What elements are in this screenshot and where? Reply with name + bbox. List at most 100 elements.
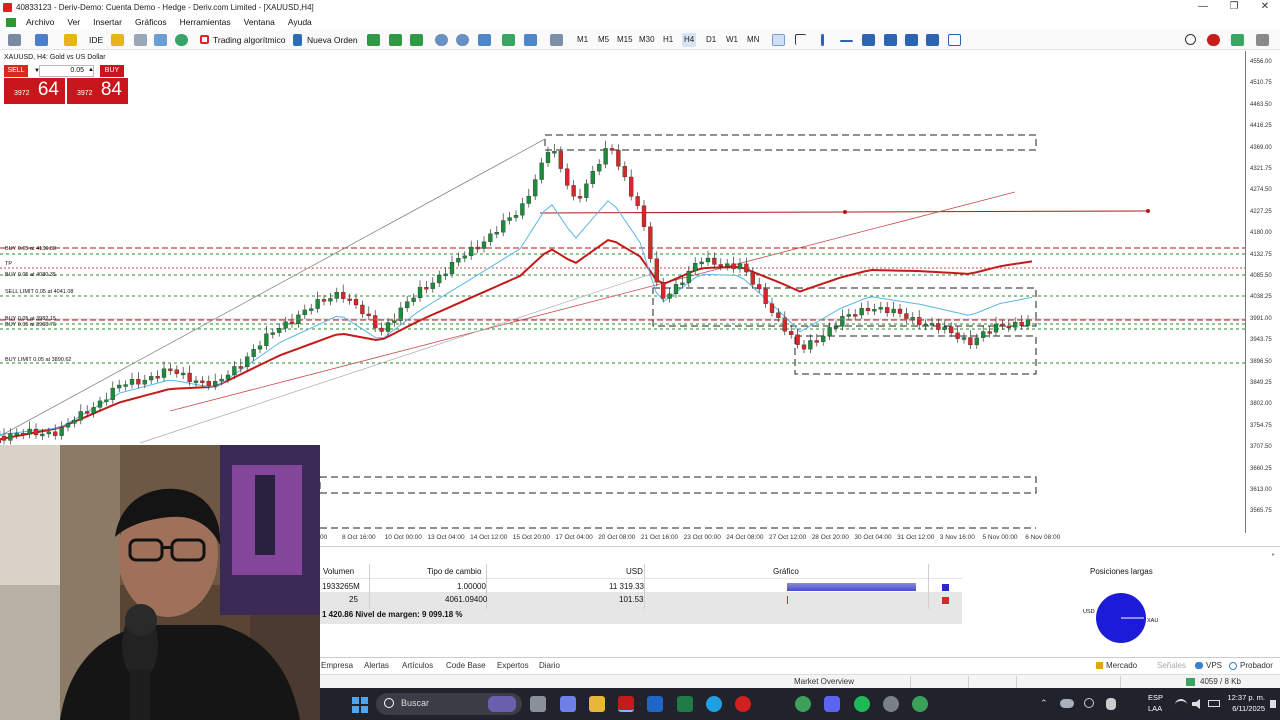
lot-up-icon[interactable]: ▲ bbox=[88, 67, 94, 73]
rectangle-icon[interactable] bbox=[948, 34, 961, 46]
settings-icon[interactable] bbox=[883, 696, 899, 712]
tray-chevron-icon[interactable]: ⌃ bbox=[1040, 698, 1048, 709]
depth-icon[interactable] bbox=[367, 34, 380, 46]
outlook-icon[interactable] bbox=[647, 696, 663, 712]
tab-diario[interactable]: Diario bbox=[539, 661, 560, 670]
tf-m15[interactable]: M15 bbox=[617, 33, 633, 47]
algo-trading-icon[interactable] bbox=[200, 35, 209, 44]
notifications-icon[interactable] bbox=[1207, 34, 1220, 46]
keyboard-layout[interactable]: LAA bbox=[1148, 704, 1162, 713]
price-axis[interactable]: 4556.00 4510.75 4463.50 4416.25 4369.00 4321.… bbox=[1245, 51, 1280, 533]
cloud-icon[interactable] bbox=[154, 34, 167, 46]
tab-probador[interactable]: Probador bbox=[1240, 661, 1273, 670]
profiles-icon[interactable] bbox=[64, 34, 77, 46]
signals-icon[interactable] bbox=[175, 34, 188, 46]
expand-arrow-icon[interactable]: ▸ bbox=[1272, 551, 1275, 558]
horizontal-line-icon[interactable] bbox=[840, 40, 853, 42]
menu-ayuda[interactable]: Ayuda bbox=[288, 17, 312, 27]
chart-type-icon[interactable] bbox=[35, 34, 48, 46]
tab-senales[interactable]: Señales bbox=[1157, 661, 1186, 670]
microphone-icon[interactable] bbox=[1106, 698, 1116, 710]
spotify-icon[interactable] bbox=[854, 696, 870, 712]
lock-icon[interactable] bbox=[111, 34, 124, 46]
tf-mn[interactable]: MN bbox=[747, 33, 759, 47]
buy-price[interactable]: 3972 84 bbox=[67, 78, 128, 104]
chart-shift-icon[interactable] bbox=[524, 34, 537, 46]
bars-icon[interactable] bbox=[389, 34, 402, 46]
tf-w1[interactable]: W1 bbox=[726, 33, 738, 47]
opera-icon[interactable] bbox=[735, 696, 751, 712]
tf-h1[interactable]: H1 bbox=[663, 33, 673, 47]
vertical-line-icon[interactable] bbox=[821, 34, 824, 46]
close-button[interactable]: ✕ bbox=[1249, 0, 1280, 15]
line-tool-icon[interactable] bbox=[8, 34, 21, 46]
new-order-button[interactable]: Nueva Orden bbox=[307, 33, 358, 47]
options-icon[interactable] bbox=[134, 34, 147, 46]
crosshair-icon[interactable] bbox=[795, 34, 806, 45]
profile-menu-icon[interactable] bbox=[1256, 34, 1269, 46]
tf-m30[interactable]: M30 bbox=[639, 33, 655, 47]
lot-input[interactable]: 0.05 bbox=[39, 65, 94, 77]
wifi-icon[interactable] bbox=[1175, 699, 1187, 708]
trendline-icon[interactable] bbox=[862, 34, 875, 46]
file-explorer-icon[interactable] bbox=[589, 696, 605, 712]
weather-icon[interactable] bbox=[1060, 699, 1074, 708]
account-icon[interactable] bbox=[1231, 34, 1244, 46]
discord-icon[interactable] bbox=[824, 696, 840, 712]
zoom-in-icon[interactable] bbox=[435, 34, 448, 46]
task-view-icon[interactable] bbox=[530, 696, 546, 712]
excel-icon[interactable] bbox=[677, 696, 693, 712]
sell-price[interactable]: 3972 64 bbox=[4, 78, 65, 104]
menu-ver[interactable]: Ver bbox=[67, 17, 80, 27]
channel-icon[interactable] bbox=[884, 34, 897, 46]
tab-empresa[interactable]: Empresa bbox=[321, 661, 353, 670]
tf-m5[interactable]: M5 bbox=[598, 33, 609, 47]
shapes-icon[interactable] bbox=[926, 34, 939, 46]
tab-expertos[interactable]: Expertos bbox=[497, 661, 529, 670]
chrome-icon[interactable] bbox=[795, 696, 811, 712]
tab-articulos[interactable]: Artículos bbox=[402, 661, 433, 670]
tile-windows-icon[interactable] bbox=[478, 34, 491, 46]
buy-button[interactable]: BUY bbox=[100, 65, 124, 77]
restore-button[interactable]: ❐ bbox=[1218, 0, 1250, 15]
ide-button[interactable]: IDE bbox=[89, 33, 103, 47]
sell-button[interactable]: SELL bbox=[4, 65, 28, 77]
cursor-icon[interactable] bbox=[772, 34, 785, 46]
menu-graficos[interactable]: Gráficos bbox=[135, 17, 167, 27]
candle-body bbox=[865, 307, 871, 312]
windows-start-icon[interactable] bbox=[352, 697, 368, 713]
copilot-icon[interactable] bbox=[560, 696, 576, 712]
notification-bell-icon[interactable] bbox=[1270, 700, 1276, 708]
line-chart-icon[interactable] bbox=[410, 34, 423, 46]
tf-m1[interactable]: M1 bbox=[577, 33, 588, 47]
new-order-icon[interactable] bbox=[293, 34, 302, 46]
menu-herramientas[interactable]: Herramientas bbox=[180, 17, 231, 27]
screenshot-icon[interactable] bbox=[550, 34, 563, 46]
tray-icon[interactable] bbox=[1084, 698, 1094, 708]
taskbar-search[interactable]: Buscar bbox=[376, 693, 522, 715]
search-icon[interactable] bbox=[1185, 34, 1196, 45]
minimize-button[interactable]: — bbox=[1187, 0, 1219, 15]
skype-icon[interactable] bbox=[706, 696, 722, 712]
menu-ventana[interactable]: Ventana bbox=[244, 17, 275, 27]
tf-d1[interactable]: D1 bbox=[706, 33, 716, 47]
menu-archivo[interactable]: Archivo bbox=[26, 17, 54, 27]
volume-icon[interactable] bbox=[1192, 699, 1200, 709]
mt5-taskbar-icon[interactable] bbox=[618, 696, 634, 712]
tab-mercado[interactable]: Mercado bbox=[1106, 661, 1137, 670]
menu-insertar[interactable]: Insertar bbox=[93, 17, 122, 27]
battery-icon[interactable] bbox=[1208, 700, 1220, 707]
clock-date[interactable]: 6/11/2025 bbox=[1223, 704, 1265, 713]
tab-alertas[interactable]: Alertas bbox=[364, 661, 389, 670]
clock-time[interactable]: 12:37 p. m. bbox=[1223, 693, 1265, 702]
chrome-profile-icon[interactable] bbox=[912, 696, 928, 712]
autoscroll-icon[interactable] bbox=[502, 34, 515, 46]
language-code[interactable]: ESP bbox=[1148, 693, 1163, 702]
tf-h4[interactable]: H4 bbox=[682, 33, 697, 47]
algo-trading-button[interactable]: Trading algorítmico bbox=[213, 33, 285, 47]
fibonacci-icon[interactable] bbox=[905, 34, 918, 46]
tab-vps[interactable]: VPS bbox=[1206, 661, 1222, 670]
market-overview-status[interactable]: Market Overview bbox=[794, 677, 854, 686]
zoom-out-icon[interactable] bbox=[456, 34, 469, 46]
tab-code-base[interactable]: Code Base bbox=[446, 661, 486, 670]
